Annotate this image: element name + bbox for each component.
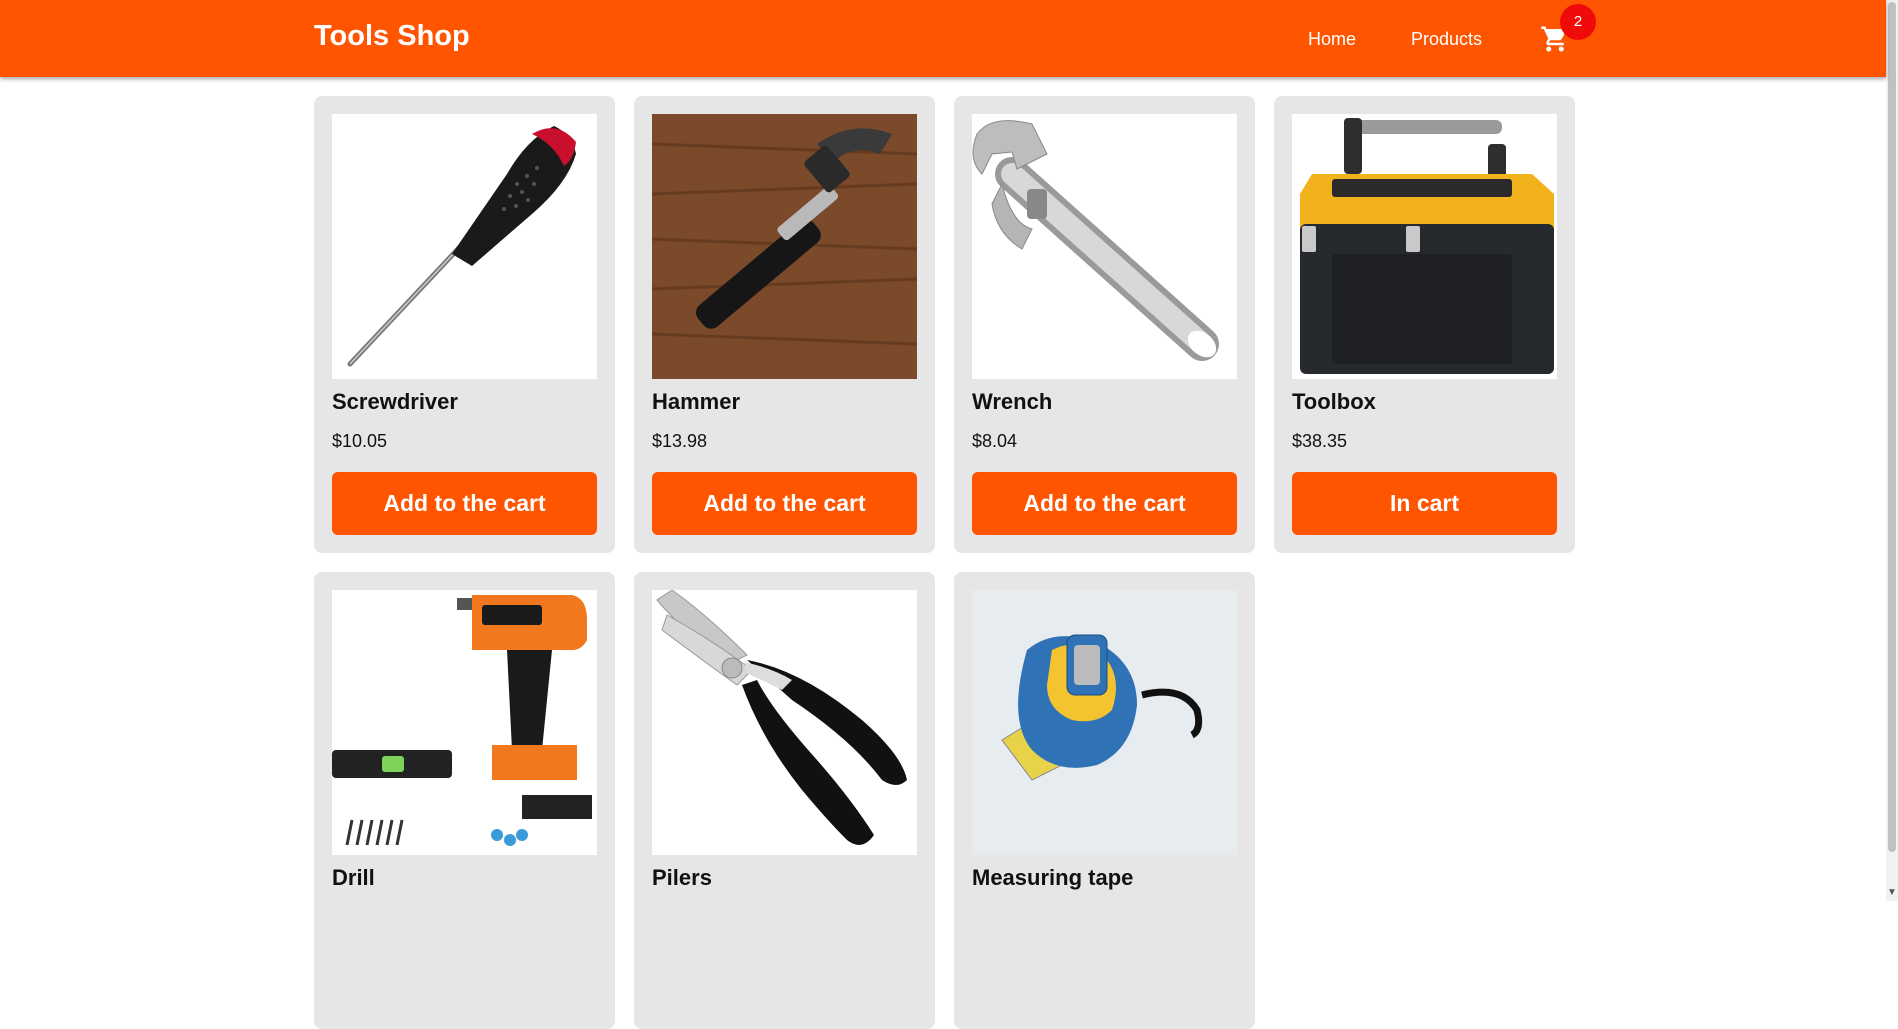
add-to-cart-button[interactable]: Add to the cart [652,472,917,535]
hammer-image[interactable] [652,114,917,379]
in-cart-button[interactable]: In cart [1292,472,1557,535]
toolbox-image[interactable] [1292,114,1557,379]
product-price: $10.05 [332,431,388,451]
nav-link-home[interactable]: Home [1308,29,1356,50]
scroll-down-arrow-icon[interactable]: ▼ [1887,887,1897,901]
product-card-drill: Drill [314,572,615,1029]
measuring-tape-image[interactable] [972,590,1237,855]
add-to-cart-button[interactable]: Add to the cart [972,472,1237,535]
product-name: Wrench [972,389,1053,414]
product-price: $8.04 [972,431,1018,451]
product-card-hammer: Hammer $13.98 Add to the cart [634,96,935,553]
screwdriver-image[interactable] [332,114,597,379]
pliers-image[interactable] [652,590,917,855]
page-scrollbar[interactable]: ▼ [1886,0,1898,901]
drill-image[interactable] [332,590,597,855]
cart-count-badge: 2 [1560,4,1596,40]
product-card-pliers: Pilers [634,572,935,1029]
product-card-measuring-tape: Measuring tape [954,572,1255,1029]
brand-title[interactable]: Tools Shop [314,20,470,53]
product-name: Pilers [652,865,712,890]
product-price: $13.98 [652,431,708,451]
product-name: Screwdriver [332,389,458,414]
wrench-image[interactable] [972,114,1237,379]
product-card-screwdriver: Screwdriver $10.05 Add to the cart [314,96,615,553]
product-name: Hammer [652,389,741,414]
product-name: Measuring tape [972,865,1134,890]
product-name: Toolbox [1292,389,1376,414]
product-card-toolbox: Toolbox $38.35 In cart [1274,96,1575,553]
product-name: Drill [332,865,375,890]
top-navbar: Tools Shop Home Products 2 [0,0,1886,77]
add-to-cart-button[interactable]: Add to the cart [332,472,597,535]
nav-link-products[interactable]: Products [1411,29,1482,50]
product-price: $38.35 [1292,431,1348,451]
product-grid: Screwdriver $10.05 Add to the cart Hamme… [314,96,1575,1029]
scroll-thumb[interactable] [1888,2,1896,852]
product-card-wrench: Wrench $8.04 Add to the cart [954,96,1255,553]
